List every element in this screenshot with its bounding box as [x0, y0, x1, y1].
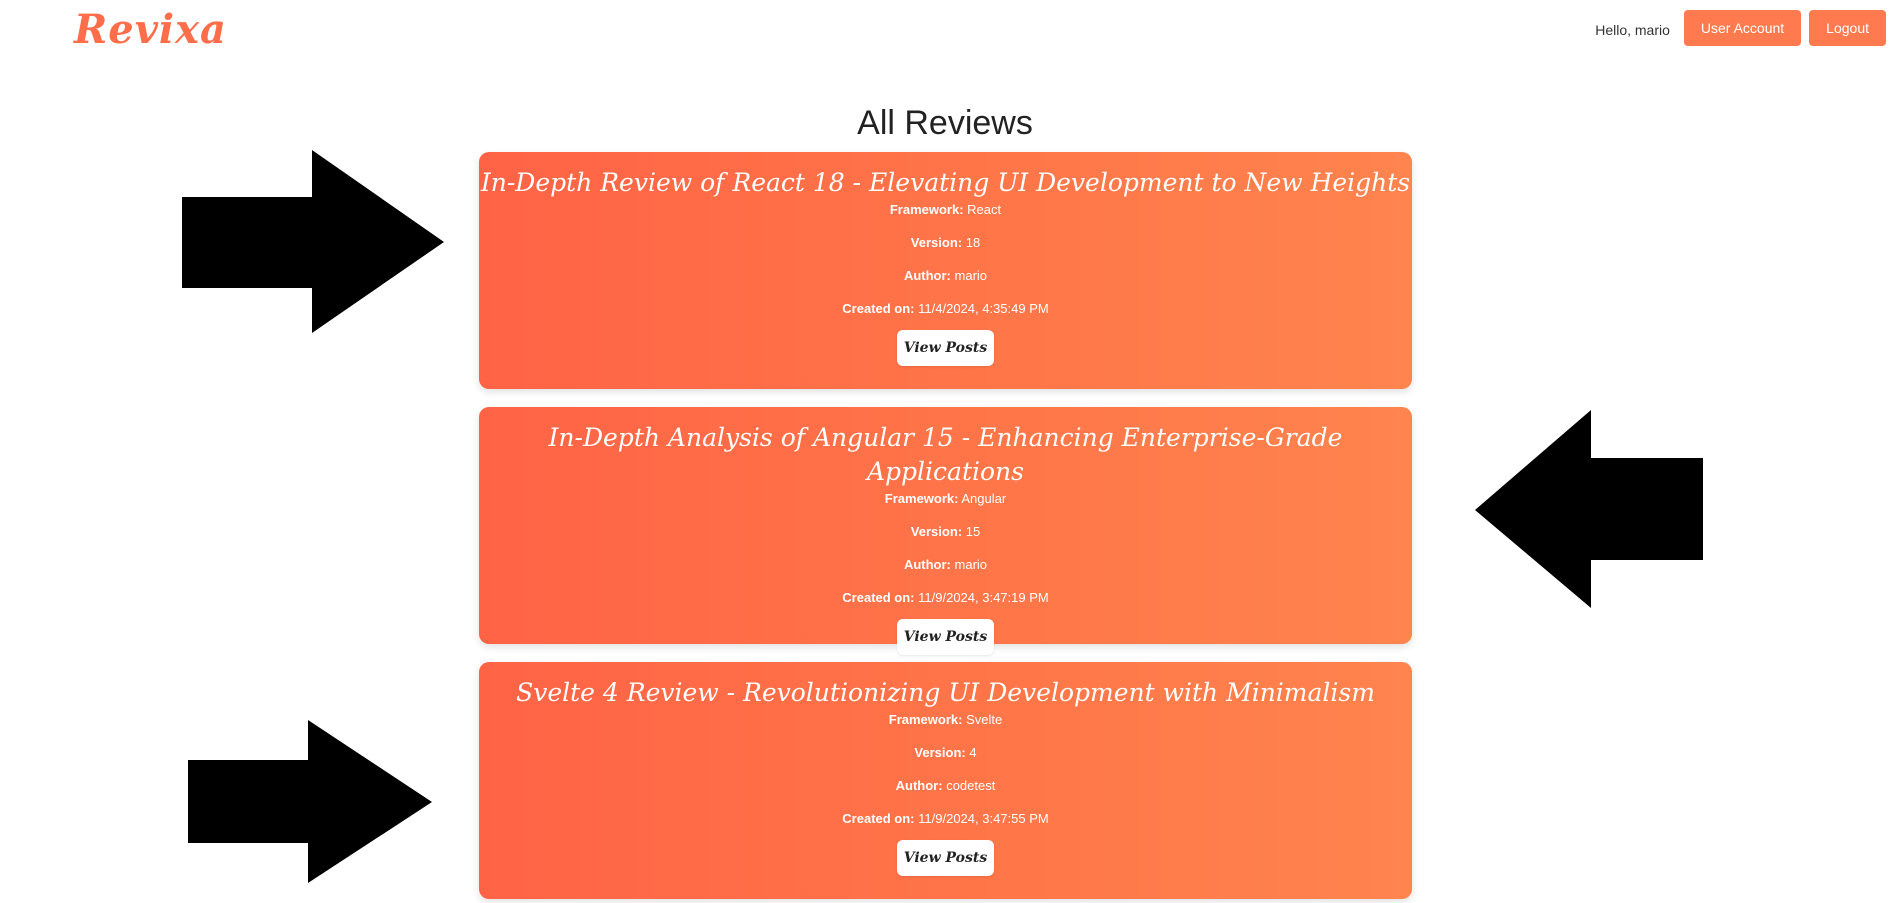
created-label: Created on: — [842, 811, 915, 826]
review-author: Author: codetest — [479, 778, 1412, 795]
user-greeting: Hello, mario — [1595, 21, 1670, 38]
framework-value: Angular — [961, 491, 1007, 506]
author-value: mario — [954, 268, 988, 283]
framework-label: Framework: — [888, 712, 963, 727]
version-value: 4 — [969, 745, 977, 760]
author-label: Author: — [903, 268, 951, 283]
version-value: 15 — [965, 524, 981, 539]
review-title: In-Depth Review of React 18 - Elevating … — [480, 168, 1411, 197]
review-framework: Framework: React — [479, 202, 1412, 219]
review-version: Version: 15 — [479, 524, 1412, 541]
review-card: In-Depth Review of React 18 - Elevating … — [479, 152, 1412, 389]
version-label: Version: — [910, 235, 963, 250]
review-version: Version: 4 — [479, 745, 1412, 762]
page: Revixa Hello, mario User Account Logout … — [0, 0, 1890, 903]
arrow-left-icon — [1475, 410, 1703, 608]
logo[interactable]: Revixa — [74, 6, 227, 53]
review-card: Svelte 4 Review - Revolutionizing UI Dev… — [479, 662, 1412, 899]
page-title: All Reviews — [857, 104, 1033, 142]
review-version: Version: 18 — [479, 235, 1412, 252]
created-value: 11/9/2024, 3:47:19 PM — [918, 590, 1049, 605]
framework-label: Framework: — [884, 491, 959, 506]
view-posts-button[interactable]: View Posts — [897, 840, 994, 876]
logout-button[interactable]: Logout — [1809, 10, 1886, 46]
version-value: 18 — [965, 235, 981, 250]
review-author: Author: mario — [479, 268, 1412, 285]
review-author: Author: mario — [479, 557, 1412, 574]
created-label: Created on: — [842, 590, 915, 605]
review-title: In-Depth Analysis of Angular 15 - Enhanc… — [548, 423, 1343, 486]
header-actions: Hello, mario User Account Logout — [1595, 10, 1886, 46]
created-label: Created on: — [842, 301, 915, 316]
version-label: Version: — [910, 524, 963, 539]
review-framework: Framework: Svelte — [479, 712, 1412, 729]
review-title: Svelte 4 Review - Revolutionizing UI Dev… — [516, 678, 1375, 707]
arrow-right-icon — [188, 720, 432, 883]
created-value: 11/4/2024, 4:35:49 PM — [918, 301, 1049, 316]
version-label: Version: — [914, 745, 966, 760]
review-framework: Framework: Angular — [479, 491, 1412, 508]
created-value: 11/9/2024, 3:47:55 PM — [918, 811, 1049, 826]
view-posts-button[interactable]: View Posts — [897, 619, 994, 655]
review-created: Created on: 11/9/2024, 3:47:19 PM — [479, 590, 1412, 607]
framework-label: Framework: — [889, 202, 964, 217]
framework-value: React — [967, 202, 1002, 217]
framework-value: Svelte — [966, 712, 1003, 727]
author-value: codetest — [946, 778, 996, 793]
author-label: Author: — [895, 778, 943, 793]
author-label: Author: — [903, 557, 951, 572]
arrow-right-icon — [182, 150, 444, 333]
review-created: Created on: 11/9/2024, 3:47:55 PM — [479, 811, 1412, 828]
review-card: In-Depth Analysis of Angular 15 - Enhanc… — [479, 407, 1412, 655]
user-account-button[interactable]: User Account — [1683, 10, 1802, 46]
view-posts-button[interactable]: View Posts — [897, 330, 994, 366]
review-created: Created on: 11/4/2024, 4:35:49 PM — [479, 301, 1412, 318]
author-value: mario — [954, 557, 988, 572]
